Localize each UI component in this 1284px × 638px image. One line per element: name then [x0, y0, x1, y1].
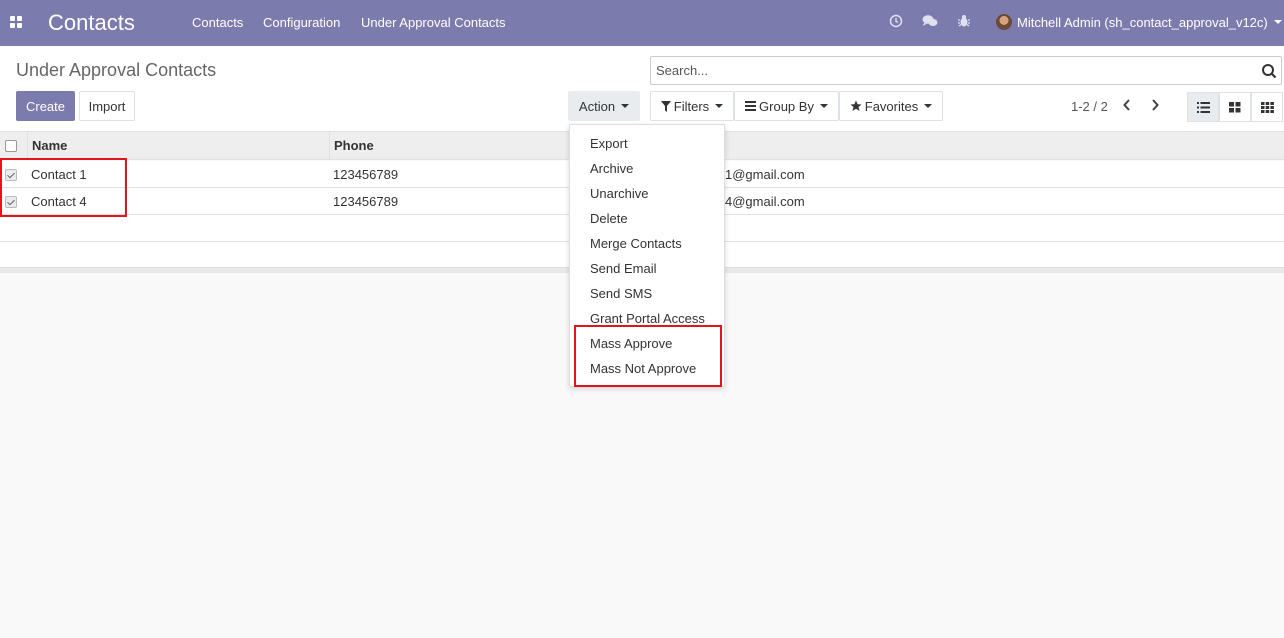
- favorites-button[interactable]: Favorites: [839, 91, 943, 121]
- control-panel: Under Approval Contacts Create Import Ac…: [0, 46, 1284, 132]
- action-label: Action: [578, 98, 616, 114]
- menu-item-export[interactable]: Export: [590, 136, 628, 151]
- menu-item-delete[interactable]: Delete: [590, 211, 628, 226]
- create-button[interactable]: Create: [16, 91, 75, 121]
- user-menu[interactable]: Mitchell Admin (sh_contact_approval_v12c…: [996, 13, 1282, 31]
- filters-label: Filters: [673, 98, 710, 114]
- top-navbar: Contacts Contacts Configuration Under Ap…: [0, 0, 1284, 46]
- chat-icon[interactable]: [922, 14, 938, 30]
- chevron-down-icon: [621, 104, 630, 108]
- action-button[interactable]: Action: [568, 91, 640, 121]
- menu-under-approval-contacts[interactable]: Under Approval Contacts: [361, 15, 506, 30]
- clock-icon[interactable]: [888, 14, 904, 30]
- group-by-label: Group By: [759, 98, 814, 114]
- row-phone: 123456789: [333, 167, 399, 182]
- chevron-left-icon[interactable]: [1122, 98, 1136, 114]
- column-header-phone[interactable]: Phone: [329, 132, 1284, 160]
- group-by-button[interactable]: Group By: [734, 91, 839, 121]
- favorites-label: Favorites: [864, 98, 919, 114]
- row-email: 1@gmail.com: [725, 167, 805, 182]
- row-email: 4@gmail.com: [725, 194, 805, 209]
- menu-item-unarchive[interactable]: Unarchive: [590, 186, 649, 201]
- grid-view-icon: [1260, 101, 1274, 113]
- list-view-icon: [1196, 101, 1210, 113]
- menu-item-send-sms[interactable]: Send SMS: [590, 286, 652, 301]
- menu-item-archive[interactable]: Archive: [590, 161, 633, 176]
- grid-view-button[interactable]: [1251, 92, 1283, 122]
- filter-icon: [660, 100, 671, 112]
- menu-contacts[interactable]: Contacts: [192, 15, 243, 30]
- menu-configuration[interactable]: Configuration: [263, 15, 340, 30]
- chevron-down-icon: [715, 104, 724, 108]
- bars-icon: [745, 101, 757, 111]
- chevron-down-icon: [924, 104, 933, 108]
- menu-item-merge-contacts[interactable]: Merge Contacts: [590, 236, 682, 251]
- column-header-name[interactable]: Name: [27, 132, 329, 160]
- chevron-right-icon[interactable]: [1150, 98, 1164, 114]
- mass-approve-highlight: [574, 325, 722, 387]
- chevron-down-icon: [819, 104, 828, 108]
- kanban-view-icon: [1229, 101, 1241, 112]
- bug-icon[interactable]: [956, 14, 972, 30]
- app-brand[interactable]: Contacts: [48, 10, 135, 36]
- search-input[interactable]: [651, 57, 1251, 84]
- pager-value[interactable]: 1-2 / 2: [1071, 99, 1108, 114]
- search-box: [650, 56, 1282, 85]
- import-button[interactable]: Import: [79, 91, 135, 121]
- list-view-button[interactable]: [1187, 92, 1219, 122]
- search-icon[interactable]: [1261, 63, 1277, 79]
- selection-highlight: [0, 158, 127, 217]
- chevron-down-icon: [1273, 20, 1282, 24]
- filters-button[interactable]: Filters: [650, 91, 734, 121]
- select-all-checkbox[interactable]: [5, 140, 17, 152]
- user-name: Mitchell Admin (sh_contact_approval_v12c…: [1017, 14, 1268, 30]
- star-icon: [850, 100, 862, 111]
- avatar: [996, 14, 1012, 30]
- page-title: Under Approval Contacts: [16, 60, 217, 80]
- menu-item-grant-portal-access[interactable]: Grant Portal Access: [590, 311, 705, 326]
- apps-grid-icon[interactable]: [10, 16, 23, 29]
- kanban-view-button[interactable]: [1219, 92, 1251, 122]
- menu-item-send-email[interactable]: Send Email: [590, 261, 656, 276]
- row-phone: 123456789: [333, 194, 399, 209]
